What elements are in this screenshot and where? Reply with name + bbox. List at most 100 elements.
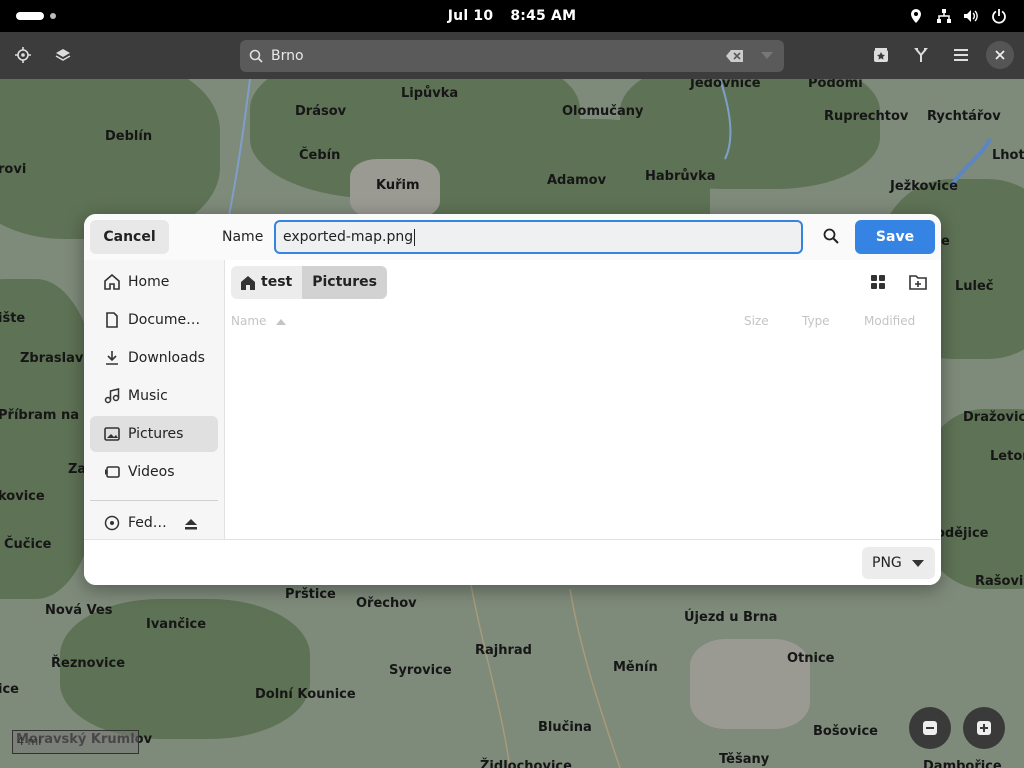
sidebar-item-documents[interactable]: Docume… (90, 302, 218, 338)
location-icon[interactable] (908, 8, 924, 24)
sort-ascending-icon (276, 319, 287, 325)
clock-time: 8:45 AM (510, 8, 577, 24)
video-icon (105, 466, 120, 478)
name-label: Name (222, 229, 264, 245)
star-box-icon (874, 48, 888, 62)
home-icon (241, 276, 255, 290)
map-place-label: ište (0, 311, 26, 326)
search-button[interactable] (817, 222, 845, 250)
favorites-button[interactable] (866, 40, 896, 70)
sidebar-separator (90, 500, 218, 501)
map-place-label: Těšany (719, 752, 770, 767)
sidebar-item-music[interactable]: Music (90, 378, 218, 414)
map-place-label: Kuřim (376, 178, 420, 193)
map-scale: 4 mi (12, 730, 139, 754)
map-place-label: Deblín (105, 129, 153, 144)
map-place-label: Prštice (285, 587, 336, 602)
column-header-name[interactable]: Name (231, 314, 287, 328)
search-icon (823, 228, 839, 244)
map-place-label: Ruprechtov (824, 109, 909, 124)
layers-icon (55, 49, 71, 61)
map-place-label: Nová Ves (45, 603, 113, 618)
save-file-dialog: Cancel Name exported-map.png Save Home D… (84, 214, 941, 585)
map-place-label: kovice (0, 489, 45, 504)
search-text[interactable]: Brno (271, 40, 304, 72)
map-place-label: Rychtářov (927, 109, 1001, 124)
sidebar-item-label: Videos (128, 464, 175, 480)
map-place-label: Židlochovice (480, 759, 572, 768)
column-header-size[interactable]: Size (744, 314, 769, 328)
map-place-label: odějice (936, 526, 989, 541)
zoom-in-button[interactable] (963, 707, 1005, 749)
map-place-label: Dražovice (963, 410, 1024, 425)
sidebar-item-fedora-disc[interactable]: Fed… (90, 505, 190, 541)
breadcrumb-item-pictures[interactable]: Pictures (302, 266, 387, 299)
map-place-label: Luleč (955, 279, 994, 294)
filename-input[interactable]: exported-map.png (274, 220, 803, 254)
map-place-label: Ivančice (146, 617, 207, 632)
map-place-label: Jedovnice (690, 79, 761, 91)
map-place-label: Blučina (538, 720, 592, 735)
pictures-icon (104, 427, 120, 441)
map-place-label: Čučice (4, 537, 52, 552)
search-entry[interactable]: Brno (240, 40, 784, 72)
zoom-out-button[interactable] (909, 707, 951, 749)
layers-button[interactable] (48, 40, 78, 70)
column-label: Name (231, 314, 267, 328)
power-icon[interactable] (991, 8, 1007, 24)
file-type-dropdown[interactable]: PNG (862, 547, 935, 579)
sidebar-item-label: Docume… (128, 312, 201, 328)
map-place-label: Adamov (547, 173, 607, 188)
new-folder-icon[interactable] (908, 272, 928, 292)
map-place-label: Dambořice (923, 759, 1002, 768)
clock[interactable]: Jul 10 8:45 AM (0, 0, 1024, 32)
sidebar-item-pictures[interactable]: Pictures (90, 416, 218, 452)
breadcrumb: test Pictures (231, 266, 387, 299)
sidebar-item-label: Home (128, 274, 170, 290)
map-place-label: ice (0, 682, 19, 697)
main-menu-button[interactable] (946, 40, 976, 70)
map-place-label: Rajhrad (475, 643, 532, 658)
sidebar-item-downloads[interactable]: Downloads (90, 340, 218, 376)
map-place-label: Drásov (295, 104, 347, 119)
map-place-label: Otnice (787, 651, 835, 666)
route-button[interactable] (906, 40, 936, 70)
sidebar-item-videos[interactable]: Videos (90, 454, 218, 490)
sidebar-item-home[interactable]: Home (90, 264, 218, 300)
map-place-label: rovi (0, 162, 27, 177)
system-top-bar: Jul 10 8:45 AM (0, 0, 1024, 32)
grid-view-icon[interactable] (868, 272, 888, 292)
map-place-label: Příbram na M (0, 408, 97, 423)
maps-header-bar: Brno (0, 32, 1024, 79)
file-type-value: PNG (872, 555, 902, 571)
search-dropdown-icon[interactable] (761, 52, 773, 60)
sidebar-item-label: Fed… (128, 515, 167, 531)
map-place-label: Lhota (992, 148, 1024, 163)
chevron-down-icon (912, 560, 924, 567)
clock-date: Jul 10 (447, 8, 494, 24)
music-icon (104, 388, 120, 404)
column-header-type[interactable]: Type (802, 314, 830, 328)
current-location-button[interactable] (8, 40, 38, 70)
map-place-label: Řeznovice (51, 656, 126, 671)
column-header-modified[interactable]: Modified (864, 314, 915, 328)
network-icon[interactable] (936, 8, 952, 24)
save-button[interactable]: Save (855, 220, 935, 254)
breadcrumb-item-home[interactable]: test (231, 266, 303, 299)
hamburger-menu-icon (954, 49, 968, 61)
volume-icon[interactable] (963, 8, 979, 24)
close-window-button[interactable] (986, 41, 1014, 69)
map-place-label: Podomí (808, 79, 863, 91)
map-place-label: Syrovice (389, 663, 452, 678)
sidebar-item-label: Downloads (128, 350, 205, 366)
cancel-button[interactable]: Cancel (90, 220, 169, 254)
home-icon (104, 274, 120, 290)
map-place-label: Ježkovice (890, 179, 958, 194)
close-icon (995, 50, 1005, 60)
document-icon (106, 312, 118, 328)
dialog-header: Cancel Name exported-map.png Save (84, 214, 941, 260)
eject-icon[interactable] (184, 517, 198, 531)
map-place-label: Měnín (613, 660, 658, 675)
map-place-label: Bošovice (813, 724, 878, 739)
clear-icon[interactable] (726, 49, 744, 63)
